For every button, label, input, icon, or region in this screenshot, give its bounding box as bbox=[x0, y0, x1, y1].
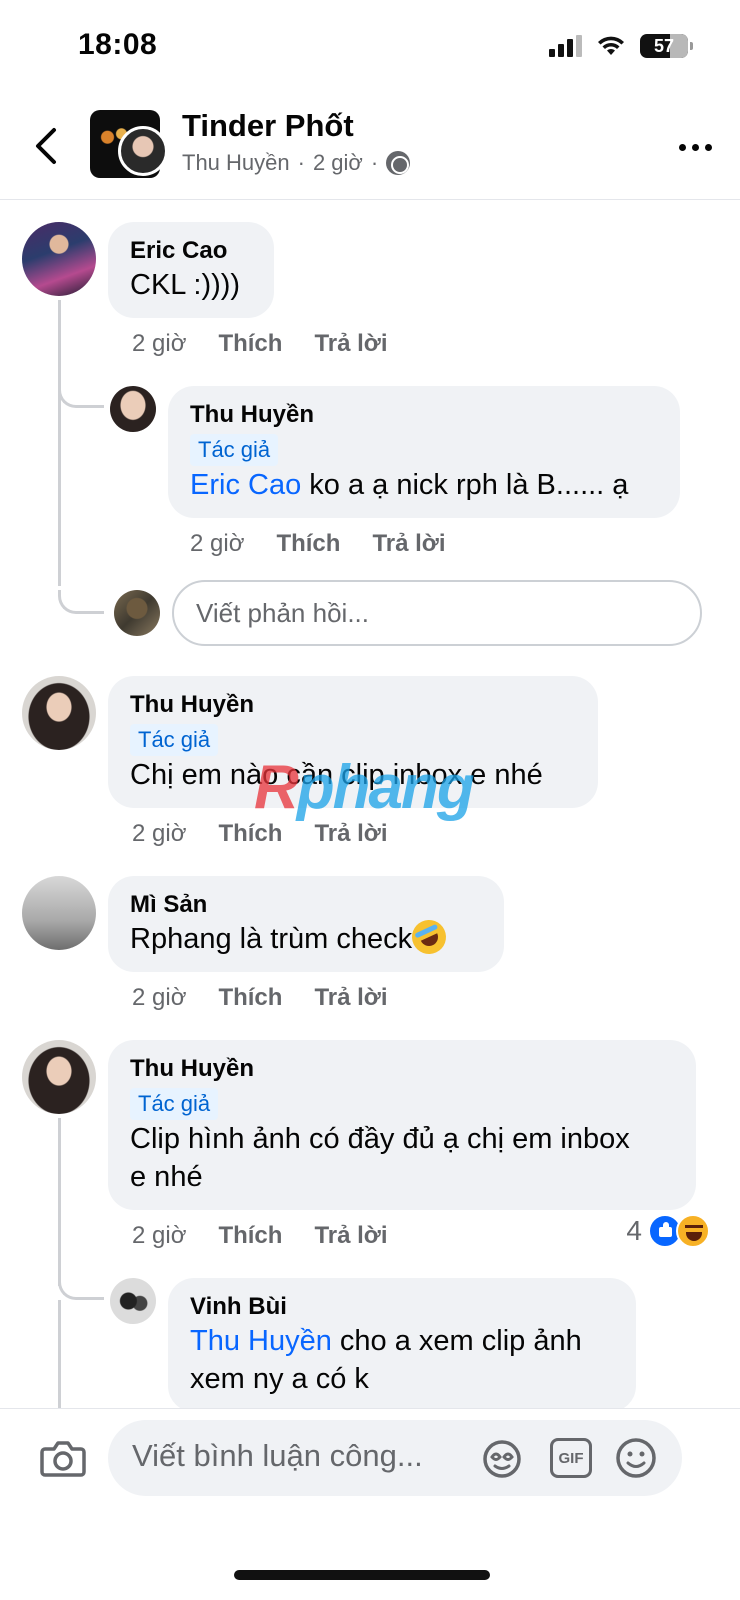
thread-line bbox=[58, 1118, 61, 1286]
meta-separator: · bbox=[370, 150, 379, 175]
comment-actions: 2 giờ Thích Trả lời bbox=[132, 1222, 388, 1250]
avatar[interactable] bbox=[22, 876, 96, 950]
reaction-count: 4 bbox=[626, 1215, 642, 1246]
reply-button[interactable]: Trả lời bbox=[372, 530, 445, 558]
thread-connector bbox=[58, 384, 104, 408]
comment-body: Rphang là trùm check bbox=[130, 923, 413, 955]
comment-bubble: Vinh Bùi Thu Huyền cho a xem clip ảnh xe… bbox=[168, 1278, 636, 1412]
comment-text-line: e nhé bbox=[130, 1161, 203, 1193]
avatar[interactable] bbox=[22, 1040, 96, 1114]
thread-line bbox=[58, 1300, 61, 1408]
comment-bubble: Mì Sản Rphang là trùm check bbox=[108, 876, 504, 972]
avatar[interactable] bbox=[22, 676, 96, 750]
mention-link[interactable]: Eric Cao bbox=[190, 469, 301, 501]
commenter-name[interactable]: Thu Huyền bbox=[130, 690, 576, 720]
reaction-summary[interactable]: 4 bbox=[626, 1214, 710, 1248]
comment-text-line: Thu Huyền cho a xem clip ảnh bbox=[190, 1322, 614, 1360]
battery-level: 57 bbox=[653, 35, 675, 56]
gif-label: GIF bbox=[558, 1449, 584, 1467]
author-badge: Tác giả bbox=[130, 1088, 219, 1120]
like-button[interactable]: Thích bbox=[218, 984, 282, 1012]
comment-body: ko a ạ nick rph là B...... ạ bbox=[309, 469, 629, 501]
group-title[interactable]: Tinder Phốt bbox=[182, 108, 354, 144]
reply-button[interactable]: Trả lời bbox=[314, 820, 387, 848]
status-icons: 57 bbox=[549, 34, 693, 58]
thread-connector bbox=[58, 590, 104, 614]
reply-button[interactable]: Trả lời bbox=[314, 984, 387, 1012]
comment-bubble: Eric Cao CKL :)))) bbox=[108, 222, 274, 318]
reply-input-placeholder: Viết phản hồi... bbox=[196, 597, 369, 628]
comment-time: 2 giờ bbox=[132, 1222, 187, 1249]
chevron-left-icon[interactable] bbox=[28, 124, 68, 168]
comment-actions: 2 giờ Thích Trả lời bbox=[190, 530, 446, 558]
comment-actions: 2 giờ Thích Trả lời bbox=[132, 330, 388, 358]
commenter-name[interactable]: Thu Huyền bbox=[190, 400, 658, 430]
comment-time: 2 giờ bbox=[132, 820, 187, 847]
thread-line bbox=[58, 300, 61, 586]
comment-time: 2 giờ bbox=[132, 330, 187, 357]
camera-icon[interactable] bbox=[40, 1438, 86, 1478]
home-indicator[interactable] bbox=[234, 1570, 490, 1580]
meta-separator: · bbox=[297, 150, 305, 175]
comment-bubble: Thu Huyền Tác giả Eric Cao ko a ạ nick r… bbox=[168, 386, 680, 518]
like-button[interactable]: Thích bbox=[218, 1222, 282, 1250]
author-avatar[interactable] bbox=[118, 126, 168, 176]
post-header: Tinder Phốt Thu Huyền · 2 giờ · bbox=[0, 96, 740, 200]
like-button[interactable]: Thích bbox=[218, 330, 282, 358]
avatar[interactable] bbox=[110, 386, 156, 432]
thread-connector bbox=[58, 1276, 104, 1300]
comment-input-placeholder: Viết bình luận công... bbox=[132, 1438, 423, 1473]
globe-icon bbox=[386, 151, 411, 175]
post-meta: Thu Huyền · 2 giờ · bbox=[182, 150, 411, 176]
comment-text-line: xem ny a có k bbox=[190, 1363, 369, 1395]
current-user-avatar bbox=[114, 590, 160, 636]
comment-body: cho a xem clip ảnh bbox=[339, 1325, 582, 1357]
reply-button[interactable]: Trả lời bbox=[314, 330, 387, 358]
commenter-name[interactable]: Eric Cao bbox=[130, 236, 252, 266]
author-badge: Tác giả bbox=[190, 434, 279, 466]
comment-actions: 2 giờ Thích Trả lời bbox=[132, 984, 388, 1012]
reply-button[interactable]: Trả lời bbox=[314, 1222, 387, 1250]
reply-input[interactable]: Viết phản hồi... bbox=[172, 580, 702, 646]
comment-bubble: Thu Huyền Tác giả Clip hình ảnh có đầy đ… bbox=[108, 1040, 696, 1210]
commenter-name[interactable]: Mì Sản bbox=[130, 890, 482, 920]
sticker-icon[interactable] bbox=[480, 1436, 524, 1480]
like-button[interactable]: Thích bbox=[276, 530, 340, 558]
mention-link[interactable]: Thu Huyền bbox=[190, 1325, 332, 1357]
comment-text-line: Clip hình ảnh có đầy đủ ạ chị em inbox bbox=[130, 1123, 630, 1155]
gif-icon[interactable]: GIF bbox=[550, 1438, 592, 1478]
signal-icon bbox=[549, 35, 582, 57]
comment-text: Rphang là trùm check bbox=[130, 914, 482, 960]
avatar[interactable] bbox=[110, 1278, 156, 1324]
wifi-icon bbox=[598, 36, 624, 55]
commenter-name[interactable]: Vinh Bùi bbox=[190, 1292, 614, 1322]
comment-actions: 2 giờ Thích Trả lời bbox=[132, 820, 388, 848]
haha-reaction-icon bbox=[676, 1214, 710, 1248]
rofl-emoji-icon bbox=[406, 914, 452, 960]
battery-icon: 57 bbox=[640, 34, 693, 58]
commenter-name[interactable]: Thu Huyền bbox=[130, 1054, 674, 1084]
emoji-icon[interactable] bbox=[614, 1436, 658, 1480]
avatar[interactable] bbox=[22, 222, 96, 296]
like-button[interactable]: Thích bbox=[218, 820, 282, 848]
status-time: 18:08 bbox=[78, 28, 158, 61]
comment-time: 2 giờ bbox=[190, 530, 245, 557]
author-badge: Tác giả bbox=[130, 724, 219, 756]
watermark-logo: Rphang bbox=[254, 753, 475, 822]
more-horizontal-icon[interactable] bbox=[679, 144, 712, 151]
post-time[interactable]: 2 giờ bbox=[313, 150, 363, 176]
post-author[interactable]: Thu Huyền bbox=[182, 150, 290, 176]
comment-time: 2 giờ bbox=[132, 984, 187, 1011]
comment-text: CKL :)))) bbox=[130, 269, 241, 301]
comment-text: Eric Cao ko a ạ nick rph là B...... ạ bbox=[190, 466, 658, 504]
